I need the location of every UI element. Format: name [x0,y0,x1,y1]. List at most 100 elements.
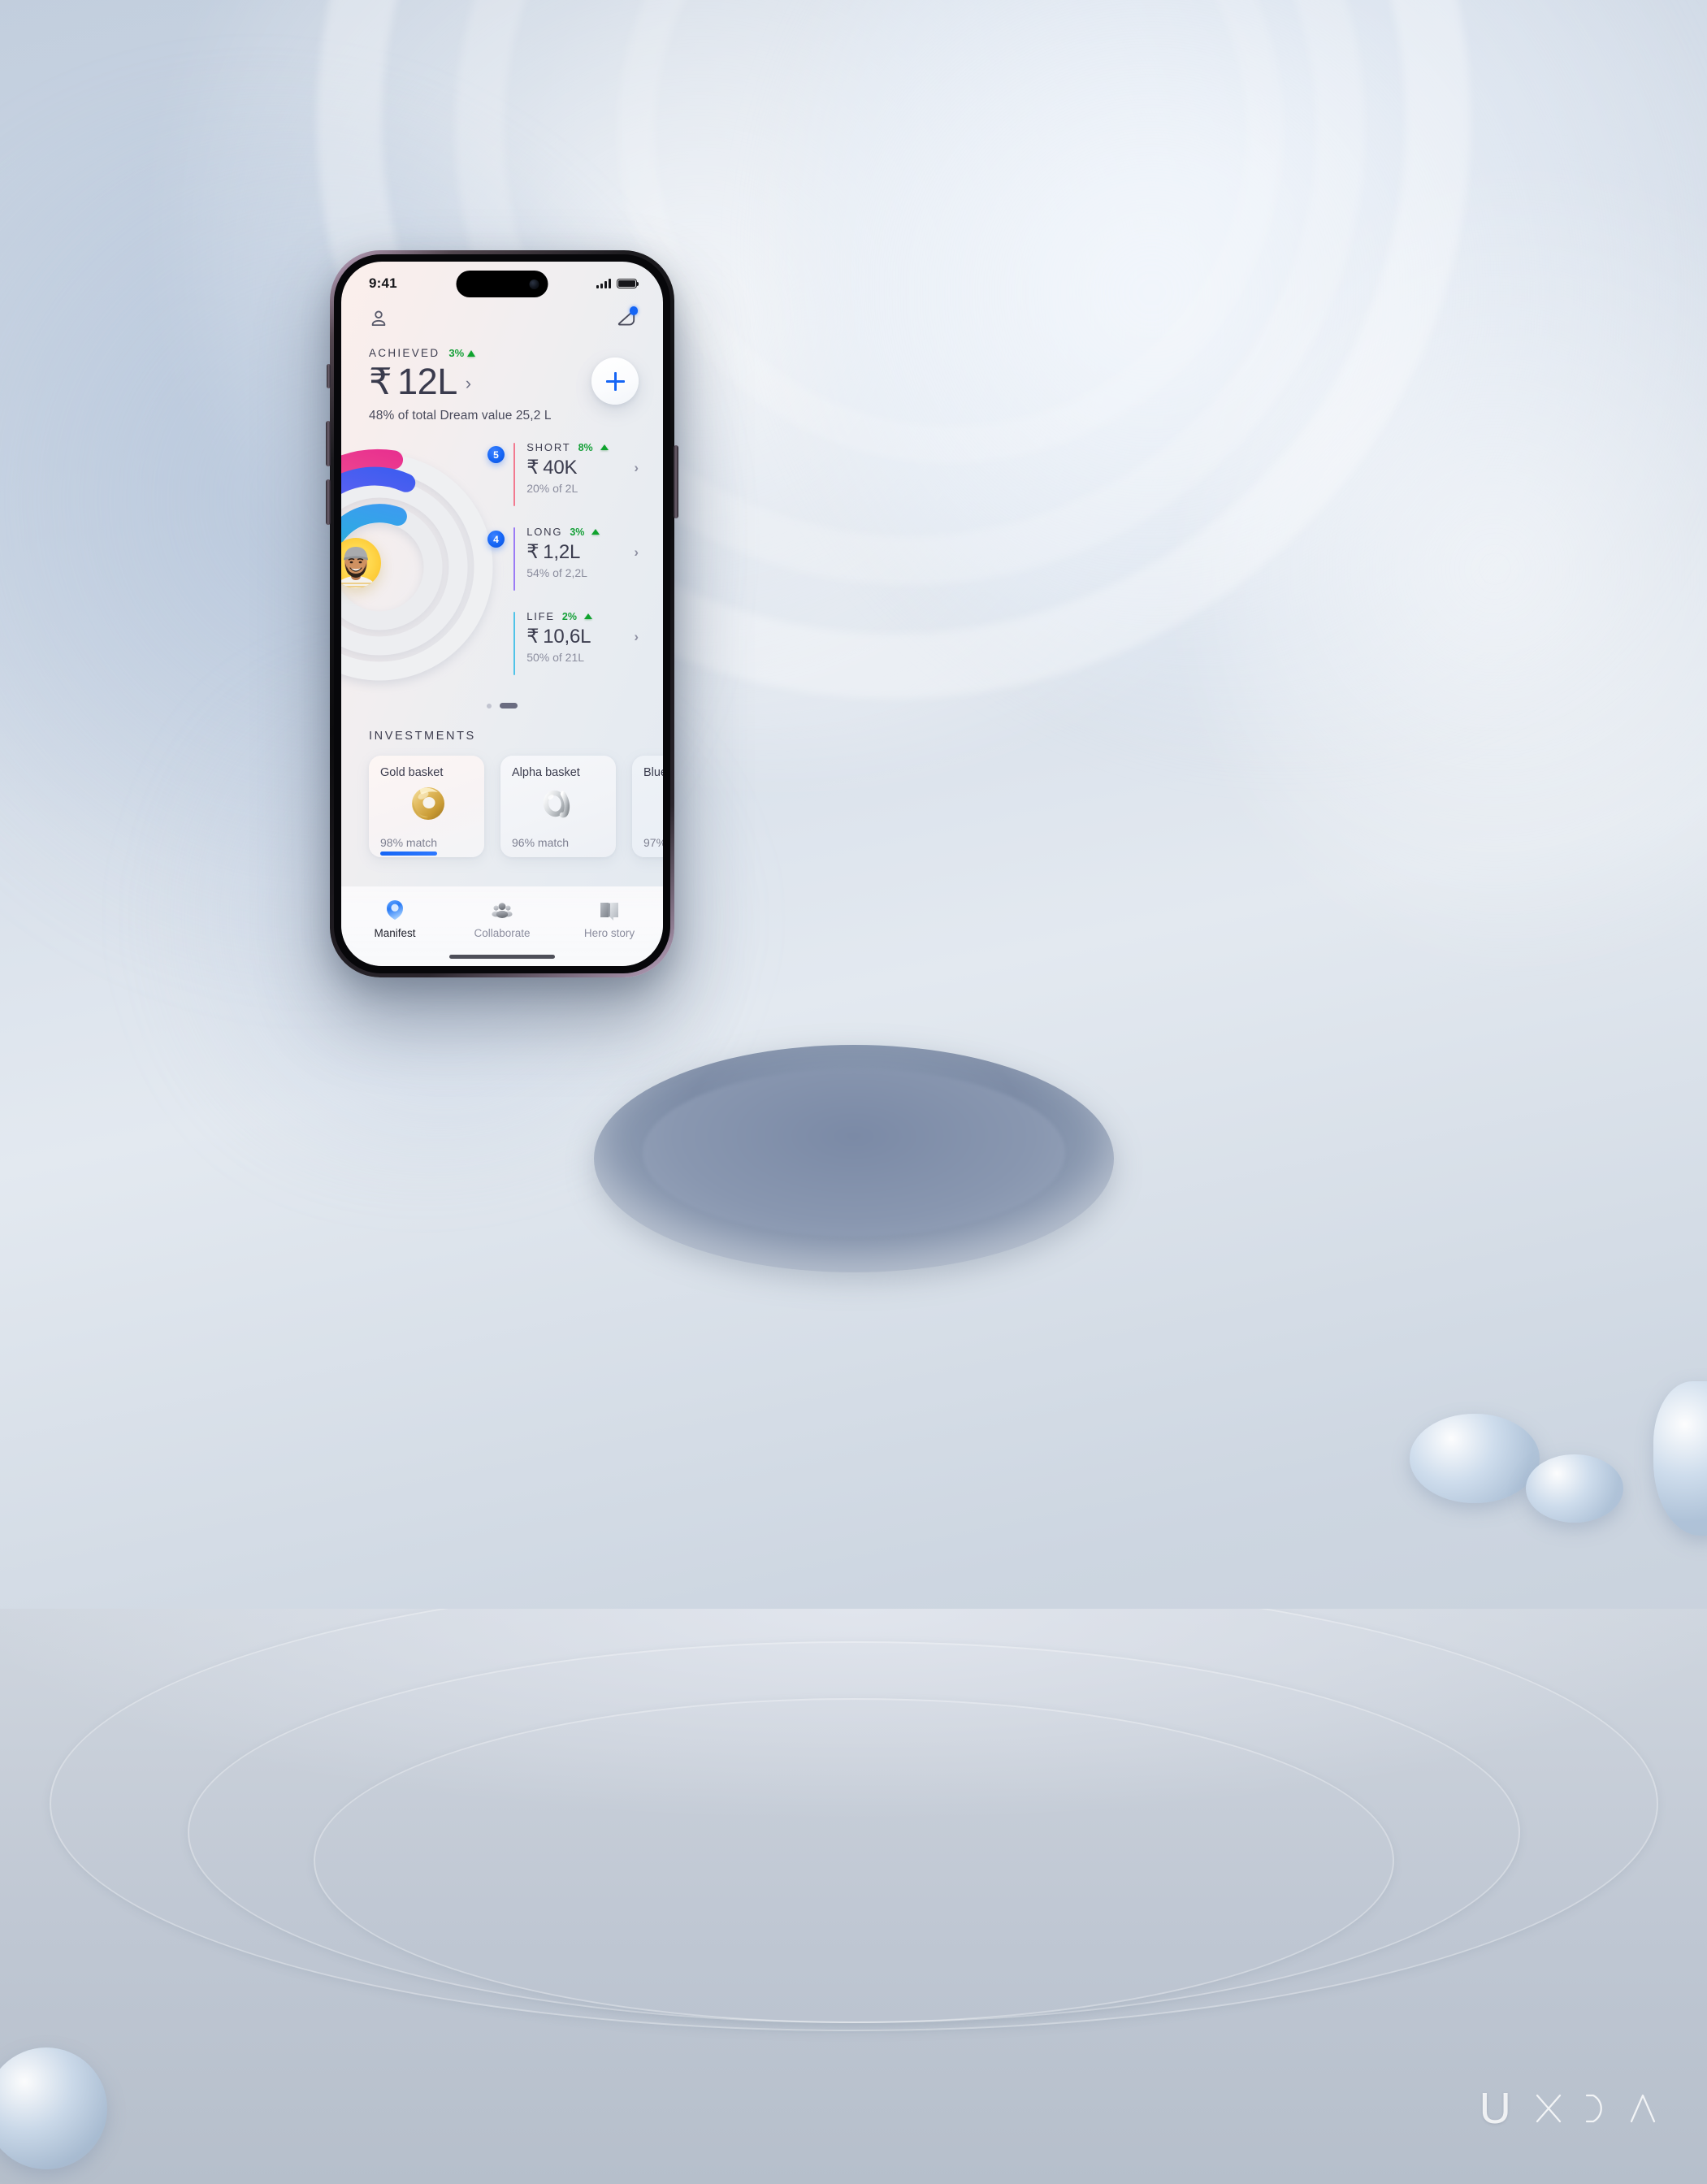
front-camera-lens [529,279,539,289]
achieved-amount: ₹12L [369,363,457,400]
investment-name: Alpha basket [512,766,580,779]
home-indicator[interactable] [449,955,555,959]
people-group-icon [490,898,514,922]
goal-change-pct: 2% [561,610,577,622]
achieved-amount-value: 12L [397,361,457,402]
signal-bars-icon [596,279,611,288]
avatar[interactable] [341,538,381,588]
investment-card-blue[interactable]: Blue [632,756,663,857]
sand-crater-inner [642,1069,1065,1237]
goal-name: SHORT [526,441,571,453]
goal-amount-value: 10,6L [543,626,591,648]
page-dot-1[interactable] [487,703,492,708]
achieved-header: ACHIEVED 3% [369,347,637,359]
goal-amount: ₹10,6L [526,625,591,648]
goal-amount-row[interactable]: ₹1,2L › [526,540,640,564]
goal-amount: ₹40K [526,456,577,479]
investments-section: INVESTMENTS Gold basket 98% match Alpha … [341,730,663,857]
blue-sphere-icon [643,781,663,823]
chevron-right-icon[interactable]: › [466,373,471,394]
notification-dot [629,306,638,315]
investment-match: 96% match [512,836,570,849]
background-photo [0,0,1707,2184]
investment-name: Gold basket [380,766,444,779]
goal-change-pct: 3% [570,526,585,538]
phone-device: 9:41 ACHIEVED 3% ₹ 12L › 48% of total Dr… [326,250,678,977]
investments-title: INVESTMENTS [369,730,476,743]
avatar-photo [341,547,376,588]
power-button[interactable] [674,445,678,518]
chevron-right-icon[interactable]: › [634,629,640,645]
silent-switch[interactable] [327,364,331,388]
plus-icon [605,371,625,391]
manifest-droplet-icon [383,898,407,922]
trend-up-icon [466,349,475,357]
goal-item-life[interactable]: LIFE 2% ₹10,6L › 50% of 21L [487,610,640,675]
goals-list: 5 SHORT 8% ₹40K › 20% of 2L 4 LONG 3% ₹ … [487,436,663,698]
investment-progress-bar [380,852,437,856]
goal-body: SHORT 8% ₹40K › 20% of 2L [526,441,640,495]
investment-name: Blue [643,766,663,779]
gold-torus-icon [380,781,473,823]
goal-accent-line [513,527,516,591]
uxda-watermark: U [1480,2083,1657,2134]
investments-carousel[interactable]: Gold basket 98% match Alpha basket 96% m… [369,756,663,857]
goal-item-long[interactable]: 4 LONG 3% ₹1,2L › 54% of 2,2L [487,526,640,591]
goal-amount: ₹1,2L [526,540,580,564]
phone-bezel: 9:41 ACHIEVED 3% ₹ 12L › 48% of total Dr… [334,254,670,973]
goal-amount-value: 40K [543,457,578,479]
dashboard-section: 5 SHORT 8% ₹40K › 20% of 2L 4 LONG 3% ₹ … [341,436,663,698]
investment-match: 97% m [643,836,663,849]
alpha-letter-icon [512,781,604,823]
phone-screen: 9:41 ACHIEVED 3% ₹ 12L › 48% of total Dr… [341,262,663,966]
nav-item-manifest[interactable]: Manifest [354,898,435,939]
volume-up-button[interactable] [326,421,331,466]
achieved-change: 3% [448,347,475,359]
nav-item-hero-story[interactable]: Hero story [569,898,650,939]
goal-header: LONG 3% [526,526,640,538]
nav-label: Hero story [583,927,635,939]
goal-amount-value: 1,2L [543,541,581,563]
watermark-letter-x [1535,2092,1562,2125]
goal-change-pct: 8% [578,441,593,453]
goal-body: LIFE 2% ₹10,6L › 50% of 21L [526,610,640,664]
nav-label: Manifest [374,927,416,939]
goal-count-badge: 4 [487,531,505,548]
add-goal-button[interactable] [591,358,639,405]
goal-body: LONG 3% ₹1,2L › 54% of 2,2L [526,526,640,579]
page-dot-2-active[interactable] [500,703,518,708]
rupee-symbol: ₹ [369,361,392,402]
volume-down-button[interactable] [326,479,331,525]
chat-bubble-icon[interactable] [616,306,638,329]
goal-amount-row[interactable]: ₹10,6L › [526,625,640,648]
goal-name: LIFE [526,610,555,622]
person-icon[interactable] [368,308,389,329]
sand-floor [0,1609,1707,2184]
goal-accent-line [513,443,516,506]
nav-item-collaborate[interactable]: Collaborate [461,898,543,939]
bottom-navigation: Manifest Collaborate Hero story [341,886,663,966]
dream-value-subtitle: 48% of total Dream value 25,2 L [369,409,552,422]
page-indicator[interactable] [341,703,663,708]
investment-card-alpha[interactable]: Alpha basket 96% match [500,756,616,857]
goal-progress-text: 20% of 2L [526,482,578,495]
goal-progress-text: 50% of 21L [526,651,585,664]
goal-count-badge [487,615,505,632]
goal-count-badge: 5 [487,446,505,463]
chevron-right-icon[interactable]: › [634,460,640,476]
nav-label: Collaborate [474,927,531,939]
rupee-symbol: ₹ [526,541,539,563]
chevron-right-icon[interactable]: › [634,544,640,561]
goal-item-short[interactable]: 5 SHORT 8% ₹40K › 20% of 2L [487,441,640,506]
goal-header: SHORT 8% [526,441,640,453]
achieved-change-pct: 3% [448,347,465,359]
glass-pebble [1410,1414,1540,1503]
watermark-letter-a [1629,2092,1657,2125]
goal-accent-line [513,612,516,675]
goal-amount-row[interactable]: ₹40K › [526,456,640,479]
investment-card-gold[interactable]: Gold basket 98% match [369,756,484,857]
achieved-label: ACHIEVED [369,347,440,359]
status-bar: 9:41 [341,262,663,301]
status-clock: 9:41 [369,275,397,291]
investment-match: 98% match [380,836,438,849]
